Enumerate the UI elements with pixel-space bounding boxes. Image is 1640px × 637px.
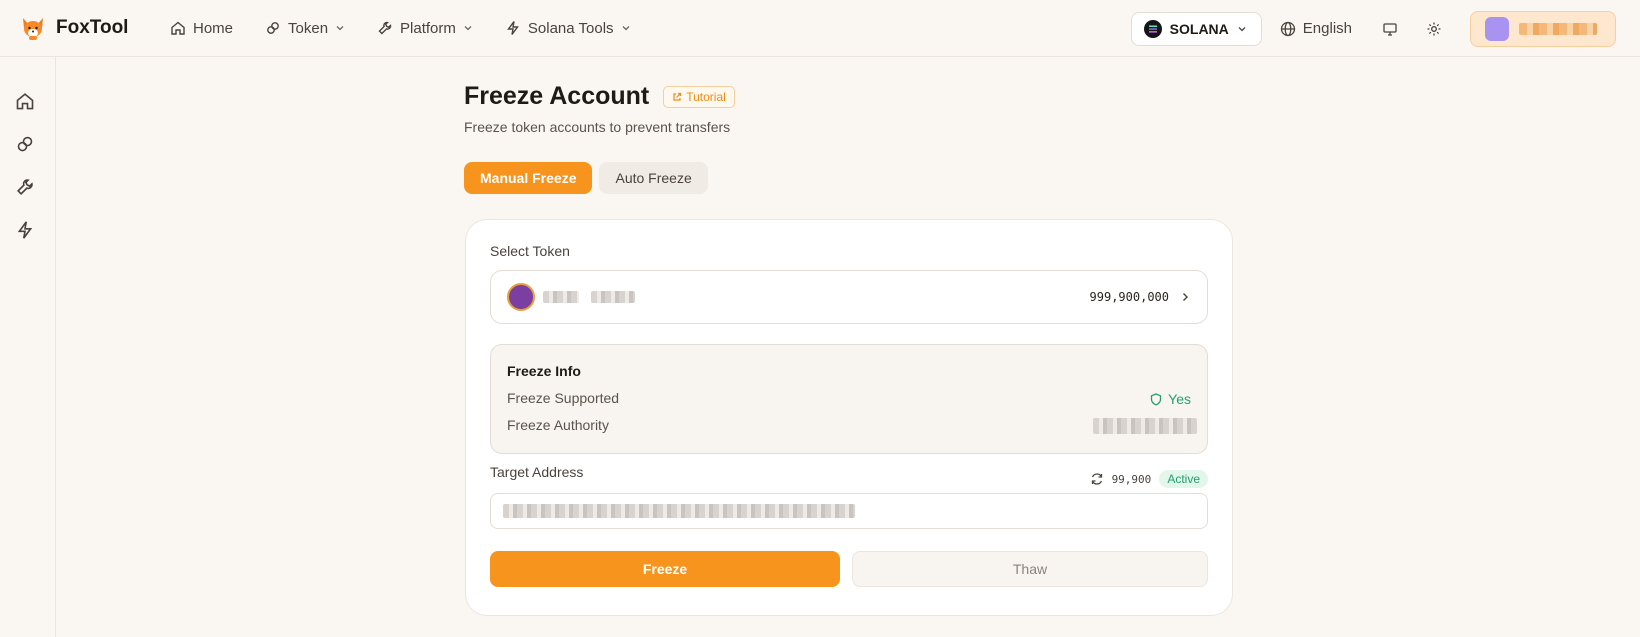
brand-name: FoxTool [56,17,129,38]
nav-token[interactable]: Token [265,20,345,37]
sidebar-item-token[interactable] [14,133,36,155]
globe-icon [1280,21,1295,36]
link-icon [267,22,279,34]
freeze-authority-label: Freeze Authority [507,417,609,433]
language-label: English [1302,20,1352,37]
status-badge: Active [1159,470,1208,488]
link-icon [17,136,33,152]
page-title: Freeze Account [464,82,650,110]
target-status-area: 99,900 Active [1090,470,1208,488]
freeze-authority-redacted [1093,418,1197,434]
home-icon [171,21,185,35]
freeze-button[interactable]: Freeze [490,551,840,587]
tab-auto-freeze[interactable]: Auto Freeze [599,162,708,194]
chevron-down-icon [1238,26,1246,31]
freeze-mode-tabs: Manual Freeze Auto Freeze [464,162,715,194]
tutorial-link[interactable]: Tutorial [663,85,735,108]
freeze-supported-label: Freeze Supported [507,390,620,406]
main-nav: Home Token Platform Solana Tools [170,20,663,37]
page-subtitle: Freeze token accounts to prevent transfe… [464,119,731,135]
freeze-card: Select Token 999,900,000 Freeze Info Fre… [465,219,1233,616]
chevron-down-icon [464,26,472,31]
lightning-icon [507,21,519,35]
wallet-address-redacted [1519,22,1597,35]
display-button[interactable] [1382,21,1398,37]
wrench-icon [16,179,33,196]
nav-token-label: Token [288,19,329,37]
nav-home-label: Home [193,19,234,37]
sidebar-item-home[interactable] [14,90,36,112]
shield-icon [1151,392,1162,406]
target-address-label: Target Address [490,464,584,480]
header-tools: SOLANA English [1130,0,1640,57]
external-link-icon [673,92,682,101]
chevron-right-icon [1183,293,1188,301]
chain-selector[interactable]: SOLANA [1130,11,1262,46]
nav-solana-tools-label: Solana Tools [527,19,614,37]
token-selector[interactable]: 999,900,000 [490,270,1208,324]
target-address-redacted [503,504,855,518]
language-selector[interactable]: English [1280,20,1352,37]
page-heading: Freeze Account Tutorial [464,82,735,111]
refresh-icon[interactable] [1090,472,1104,486]
select-token-label: Select Token [490,243,570,259]
token-balance: 999,900,000 [1089,290,1169,304]
tab-manual-freeze[interactable]: Manual Freeze [464,162,593,194]
thaw-button[interactable]: Thaw [852,551,1208,587]
gear-icon [1427,22,1441,35]
token-avatar [507,283,535,311]
freeze-info-box: Freeze Info Freeze Supported Yes Freeze … [490,344,1208,454]
wrench-icon [378,21,392,35]
solana-icon [1143,19,1162,38]
wallet-button[interactable] [1470,10,1616,47]
wallet-avatar [1485,16,1509,41]
sidebar-item-solana-tools[interactable] [14,219,36,241]
lightning-icon [17,221,33,239]
freeze-supported-value: Yes [1150,391,1191,407]
home-icon [16,93,34,110]
nav-platform-label: Platform [400,19,456,37]
settings-button[interactable] [1426,21,1442,37]
fox-logo-icon [23,18,43,40]
sidebar [0,57,56,637]
chevron-down-icon [622,26,629,31]
chain-selector-label: SOLANA [1169,20,1229,37]
token-symbol-redacted [543,291,579,303]
nav-platform[interactable]: Platform [377,20,473,37]
target-count: 99,900 [1111,472,1152,486]
token-name-redacted [591,291,635,303]
freeze-info-title: Freeze Info [507,363,581,379]
brand[interactable]: FoxTool [20,15,150,41]
top-nav-bar: FoxTool Home Token Platform Solana Tools [0,0,1640,57]
sidebar-item-platform[interactable] [14,176,36,198]
freeze-supported-text: Yes [1168,391,1191,407]
nav-solana-tools[interactable]: Solana Tools [505,20,631,37]
tutorial-label: Tutorial [686,89,726,104]
monitor-icon [1383,22,1397,36]
target-address-input[interactable] [490,493,1208,529]
chevron-down-icon [336,26,344,31]
nav-home[interactable]: Home [170,20,233,37]
